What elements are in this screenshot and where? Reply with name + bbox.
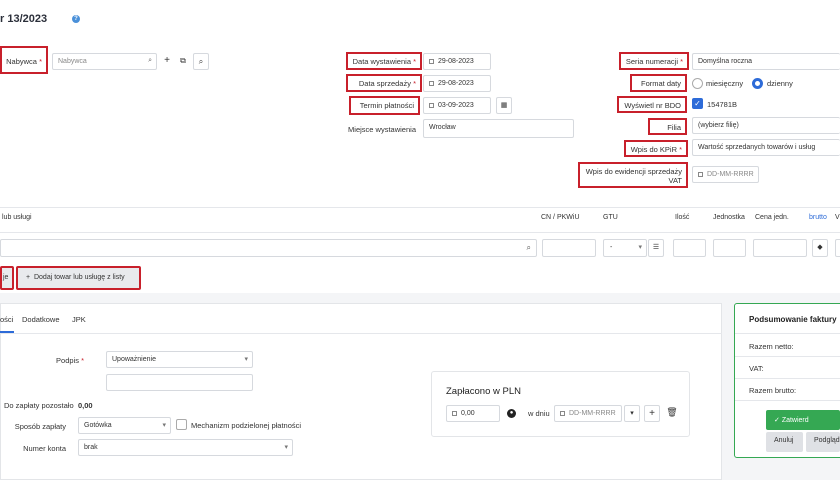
summary-netto-label: Razem netto: <box>749 342 794 351</box>
buyer-label: Nabywca * <box>0 46 48 74</box>
on-day-label: w dniu <box>528 409 550 418</box>
calendar-icon[interactable]: ▦ <box>496 97 512 114</box>
payment-method-select[interactable]: Gotówka ▾ <box>78 417 171 434</box>
divider <box>735 400 840 401</box>
sale-date-label: Data sprzedaży * <box>346 74 422 92</box>
divider <box>0 232 840 233</box>
daily-label: dzienny <box>767 79 793 88</box>
place-input[interactable]: Wrocław <box>423 119 574 138</box>
split-payment-checkbox[interactable] <box>176 419 187 430</box>
issue-date-label: Data wystawienia * <box>346 52 422 70</box>
unit-input[interactable] <box>713 239 746 257</box>
preview-button[interactable]: Podgląd <box>806 432 840 452</box>
col-v: V <box>835 214 840 221</box>
vat-register-label: Wpis do ewidencji sprzedaży VAT <box>578 162 688 188</box>
bdo-checkbox[interactable]: ✓ <box>692 98 703 109</box>
summary-brutto-label: Razem brutto: <box>749 386 797 395</box>
bdo-value: 154781B <box>707 100 738 109</box>
summary-vat-label: VAT: <box>749 364 764 373</box>
gtu-select[interactable]: - ▾ <box>603 239 647 257</box>
col-gtu: GTU <box>603 214 618 221</box>
tab-additional[interactable]: Dodatkowe <box>22 315 60 324</box>
kpir-select[interactable]: Wartość sprzedanych towarów i usług <box>692 139 840 156</box>
vat-rate-input[interactable] <box>835 239 840 257</box>
payment-method-label: Sposób zapłaty <box>14 422 66 431</box>
col-brutto-toggle[interactable]: brutto <box>809 214 827 221</box>
col-price: Cena jedn. <box>755 214 789 221</box>
signature-name-input[interactable] <box>106 374 253 391</box>
kpir-label: Wpis do KPiR * <box>624 140 688 157</box>
col-cn: CN / PKWiU <box>541 214 580 221</box>
radio-monthly[interactable] <box>692 78 703 89</box>
account-select[interactable]: brak ▾ <box>78 439 293 456</box>
vat-register-date-input[interactable]: DD-MM-RRRR <box>692 166 759 183</box>
col-unit: Jednostka <box>713 214 745 221</box>
tab-details[interactable]: ości <box>0 315 13 324</box>
issue-date-input[interactable]: 29-08-2023 <box>423 53 491 70</box>
radio-daily[interactable] <box>752 78 763 89</box>
split-payment-label: Mechanizm podzielonej płatności <box>191 421 302 430</box>
add-buyer-button[interactable]: + <box>159 53 175 70</box>
tab-jpk[interactable]: JPK <box>72 315 86 324</box>
sale-date-input[interactable]: 29-08-2023 <box>423 75 491 92</box>
col-qty: Ilość <box>675 214 690 221</box>
item-name-input[interactable]: ⌕ <box>0 239 537 257</box>
search-icon: ⌕ <box>526 243 531 252</box>
cancel-button[interactable]: Anuluj <box>766 432 803 452</box>
divider <box>735 356 840 357</box>
tag-icon[interactable]: ◆ <box>812 239 828 257</box>
account-label: Numer konta <box>23 444 66 453</box>
price-input[interactable] <box>753 239 807 257</box>
paid-date-input[interactable]: DD-MM-RRRR <box>554 405 622 422</box>
cn-input[interactable] <box>542 239 596 257</box>
paid-title: Zapłacono w PLN <box>446 386 521 397</box>
info-icon[interactable]: ? <box>72 15 80 23</box>
divider <box>735 378 840 379</box>
divider <box>735 333 840 334</box>
place-label: Miejsce wystawienia <box>348 125 416 134</box>
summary-title: Podsumowanie faktury <box>749 315 837 324</box>
bdo-label: Wyświetl nr BDO <box>617 96 687 113</box>
currency-icon[interactable]: ● <box>507 409 516 418</box>
page-title: r 13/2023 <box>0 13 48 25</box>
copy-icon[interactable]: ⧉ <box>175 53 191 70</box>
col-name: lub usługi <box>2 214 32 221</box>
search-buyer-button[interactable]: ⌕ <box>193 53 209 70</box>
date-format-label: Format daty <box>630 74 687 92</box>
buyer-input[interactable]: Nabywca ⌕ <box>52 53 157 70</box>
add-payment-button[interactable]: + <box>644 405 660 422</box>
trash-icon[interactable]: 🗑 <box>664 405 680 422</box>
add-from-list-button[interactable]: + Dodaj towar lub usługę z listy <box>16 266 141 290</box>
series-select[interactable]: Domyślna roczna <box>692 53 840 70</box>
list-icon[interactable]: ☰ <box>648 239 664 257</box>
divider <box>0 333 722 334</box>
add-item-button[interactable]: je <box>0 266 14 290</box>
branch-label: Filia <box>648 118 687 135</box>
payment-due-label: Termin płatności <box>349 96 420 115</box>
paid-amount-input[interactable]: 0,00 <box>446 405 500 422</box>
branch-select[interactable]: (wybierz filię) <box>692 117 840 134</box>
approve-button[interactable]: ✓ Zatwierd <box>766 410 840 430</box>
payment-due-input[interactable]: 03-09-2023 <box>423 97 491 114</box>
remaining-label: Do zapłaty pozostało <box>4 401 74 410</box>
paid-box <box>431 371 690 437</box>
divider <box>0 207 840 208</box>
chevron-down-icon[interactable]: ▾ <box>624 405 640 422</box>
series-label: Seria numeracji * <box>619 52 689 70</box>
search-icon: ⌕ <box>148 57 152 64</box>
remaining-value: 0,00 <box>78 401 93 410</box>
signature-label: Podpis * <box>56 356 84 365</box>
signature-select[interactable]: Upoważnienie ▾ <box>106 351 253 368</box>
monthly-label: miesięczny <box>706 79 744 88</box>
quantity-input[interactable] <box>673 239 706 257</box>
